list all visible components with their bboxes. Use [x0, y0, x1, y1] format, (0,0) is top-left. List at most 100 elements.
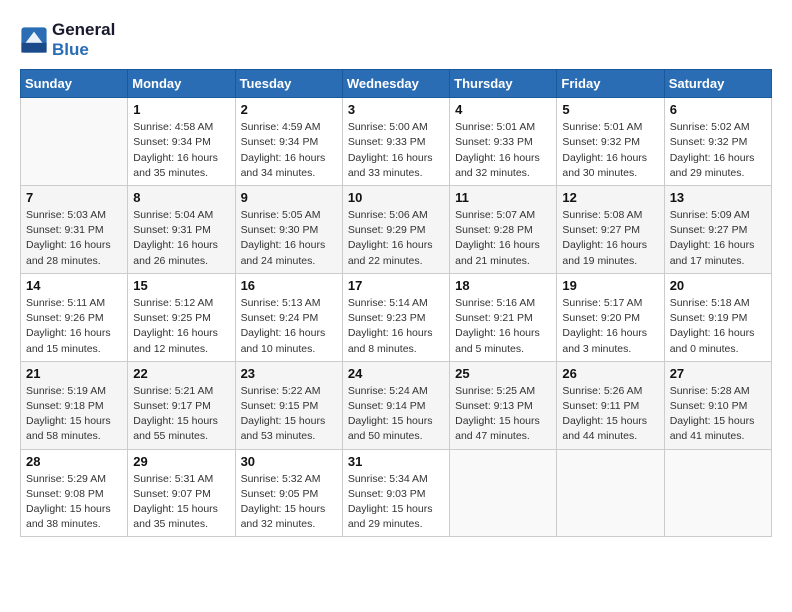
calendar-cell: 6 Sunrise: 5:02 AMSunset: 9:32 PMDaylight…: [664, 98, 771, 186]
calendar-cell: 9Sunrise: 5:05 AMSunset: 9:30 PMDaylight…: [235, 185, 342, 273]
day-info: Sunrise: 5:22 AMSunset: 9:15 PMDaylight:…: [241, 384, 337, 445]
day-info: Sunrise: 5:04 AMSunset: 9:31 PMDaylight:…: [133, 208, 229, 269]
day-info: Sunrise: 5:24 AMSunset: 9:14 PMDaylight:…: [348, 384, 444, 445]
calendar-cell: 29 Sunrise: 5:31 AMSunset: 9:07 PMDayligh…: [128, 449, 235, 537]
day-number: 12: [562, 190, 658, 205]
calendar-cell: 27 Sunrise: 5:28 AMSunset: 9:10 PMDayligh…: [664, 361, 771, 449]
day-info: Sunrise: 5:29 AMSunset: 9:08 PMDaylight:…: [26, 472, 122, 533]
calendar-cell: 1 Sunrise: 4:58 AMSunset: 9:34 PMDaylight…: [128, 98, 235, 186]
day-info: Sunrise: 5:14 AMSunset: 9:23 PMDaylight:…: [348, 296, 444, 357]
day-info: Sunrise: 5:03 AMSunset: 9:31 PMDaylight:…: [26, 208, 122, 269]
day-number: 4: [455, 102, 551, 117]
header-tuesday: Tuesday: [235, 70, 342, 98]
calendar-cell: 23 Sunrise: 5:22 AMSunset: 9:15 PMDayligh…: [235, 361, 342, 449]
day-number: 24: [348, 366, 444, 381]
calendar-cell: 12 Sunrise: 5:08 AMSunset: 9:27 PMDayligh…: [557, 185, 664, 273]
day-info: Sunrise: 5:28 AMSunset: 9:10 PMDaylight:…: [670, 384, 766, 445]
header-wednesday: Wednesday: [342, 70, 449, 98]
header-friday: Friday: [557, 70, 664, 98]
day-number: 11: [455, 190, 551, 205]
calendar-cell: 24 Sunrise: 5:24 AMSunset: 9:14 PMDayligh…: [342, 361, 449, 449]
day-info: Sunrise: 5:01 AMSunset: 9:33 PMDaylight:…: [455, 120, 551, 181]
header-monday: Monday: [128, 70, 235, 98]
day-number: 17: [348, 278, 444, 293]
logo-icon: [20, 26, 48, 54]
calendar-cell: 7 Sunrise: 5:03 AMSunset: 9:31 PMDaylight…: [21, 185, 128, 273]
day-number: 21: [26, 366, 122, 381]
day-number: 27: [670, 366, 766, 381]
calendar-table: SundayMondayTuesdayWednesdayThursdayFrid…: [20, 69, 772, 537]
calendar-cell: 30Sunrise: 5:32 AMSunset: 9:05 PMDayligh…: [235, 449, 342, 537]
day-info: Sunrise: 4:59 AMSunset: 9:34 PMDaylight:…: [241, 120, 337, 181]
day-info: Sunrise: 5:09 AMSunset: 9:27 PMDaylight:…: [670, 208, 766, 269]
calendar-cell: 28 Sunrise: 5:29 AMSunset: 9:08 PMDayligh…: [21, 449, 128, 537]
day-number: 25: [455, 366, 551, 381]
calendar-cell: 10 Sunrise: 5:06 AMSunset: 9:29 PMDayligh…: [342, 185, 449, 273]
calendar-cell: 17 Sunrise: 5:14 AMSunset: 9:23 PMDayligh…: [342, 273, 449, 361]
calendar-week-row: 7 Sunrise: 5:03 AMSunset: 9:31 PMDaylight…: [21, 185, 772, 273]
day-number: 30: [241, 454, 337, 469]
day-number: 23: [241, 366, 337, 381]
day-number: 28: [26, 454, 122, 469]
day-number: 26: [562, 366, 658, 381]
day-info: Sunrise: 5:17 AMSunset: 9:20 PMDaylight:…: [562, 296, 658, 357]
calendar-week-row: 1 Sunrise: 4:58 AMSunset: 9:34 PMDaylight…: [21, 98, 772, 186]
day-info: Sunrise: 5:34 AMSunset: 9:03 PMDaylight:…: [348, 472, 444, 533]
day-info: Sunrise: 5:26 AMSunset: 9:11 PMDaylight:…: [562, 384, 658, 445]
day-info: Sunrise: 5:18 AMSunset: 9:19 PMDaylight:…: [670, 296, 766, 357]
day-info: Sunrise: 5:06 AMSunset: 9:29 PMDaylight:…: [348, 208, 444, 269]
day-number: 16: [241, 278, 337, 293]
day-info: Sunrise: 5:02 AMSunset: 9:32 PMDaylight:…: [670, 120, 766, 181]
calendar-cell: [450, 449, 557, 537]
day-number: 7: [26, 190, 122, 205]
calendar-cell: 4 Sunrise: 5:01 AMSunset: 9:33 PMDaylight…: [450, 98, 557, 186]
day-info: Sunrise: 5:19 AMSunset: 9:18 PMDaylight:…: [26, 384, 122, 445]
day-info: Sunrise: 5:01 AMSunset: 9:32 PMDaylight:…: [562, 120, 658, 181]
logo-text-line2: Blue: [52, 40, 115, 60]
day-number: 8: [133, 190, 229, 205]
day-number: 1: [133, 102, 229, 117]
calendar-cell: 5 Sunrise: 5:01 AMSunset: 9:32 PMDaylight…: [557, 98, 664, 186]
day-info: Sunrise: 4:58 AMSunset: 9:34 PMDaylight:…: [133, 120, 229, 181]
day-number: 22: [133, 366, 229, 381]
calendar-cell: 11 Sunrise: 5:07 AMSunset: 9:28 PMDayligh…: [450, 185, 557, 273]
calendar-cell: [664, 449, 771, 537]
day-number: 29: [133, 454, 229, 469]
calendar-cell: 21 Sunrise: 5:19 AMSunset: 9:18 PMDayligh…: [21, 361, 128, 449]
calendar-week-row: 14Sunrise: 5:11 AMSunset: 9:26 PMDayligh…: [21, 273, 772, 361]
calendar-cell: 31 Sunrise: 5:34 AMSunset: 9:03 PMDayligh…: [342, 449, 449, 537]
calendar-cell: 18Sunrise: 5:16 AMSunset: 9:21 PMDayligh…: [450, 273, 557, 361]
day-number: 6: [670, 102, 766, 117]
calendar-week-row: 28 Sunrise: 5:29 AMSunset: 9:08 PMDayligh…: [21, 449, 772, 537]
day-info: Sunrise: 5:13 AMSunset: 9:24 PMDaylight:…: [241, 296, 337, 357]
day-info: Sunrise: 5:11 AMSunset: 9:26 PMDaylight:…: [26, 296, 122, 357]
calendar-cell: 8 Sunrise: 5:04 AMSunset: 9:31 PMDaylight…: [128, 185, 235, 273]
day-info: Sunrise: 5:08 AMSunset: 9:27 PMDaylight:…: [562, 208, 658, 269]
calendar-cell: 3Sunrise: 5:00 AMSunset: 9:33 PMDaylight…: [342, 98, 449, 186]
day-number: 9: [241, 190, 337, 205]
header-saturday: Saturday: [664, 70, 771, 98]
day-number: 2: [241, 102, 337, 117]
calendar-week-row: 21 Sunrise: 5:19 AMSunset: 9:18 PMDayligh…: [21, 361, 772, 449]
calendar-cell: 2 Sunrise: 4:59 AMSunset: 9:34 PMDaylight…: [235, 98, 342, 186]
day-info: Sunrise: 5:25 AMSunset: 9:13 PMDaylight:…: [455, 384, 551, 445]
day-info: Sunrise: 5:12 AMSunset: 9:25 PMDaylight:…: [133, 296, 229, 357]
calendar-cell: [21, 98, 128, 186]
day-number: 5: [562, 102, 658, 117]
calendar-cell: 22 Sunrise: 5:21 AMSunset: 9:17 PMDayligh…: [128, 361, 235, 449]
day-number: 31: [348, 454, 444, 469]
page-header: General Blue: [20, 20, 772, 59]
day-info: Sunrise: 5:31 AMSunset: 9:07 PMDaylight:…: [133, 472, 229, 533]
day-number: 15: [133, 278, 229, 293]
calendar-cell: 13Sunrise: 5:09 AMSunset: 9:27 PMDayligh…: [664, 185, 771, 273]
logo: General Blue: [20, 20, 115, 59]
calendar-cell: [557, 449, 664, 537]
day-number: 3: [348, 102, 444, 117]
day-info: Sunrise: 5:21 AMSunset: 9:17 PMDaylight:…: [133, 384, 229, 445]
calendar-cell: 26 Sunrise: 5:26 AMSunset: 9:11 PMDayligh…: [557, 361, 664, 449]
day-number: 19: [562, 278, 658, 293]
day-number: 10: [348, 190, 444, 205]
logo-text-line1: General: [52, 20, 115, 40]
header-thursday: Thursday: [450, 70, 557, 98]
day-info: Sunrise: 5:07 AMSunset: 9:28 PMDaylight:…: [455, 208, 551, 269]
